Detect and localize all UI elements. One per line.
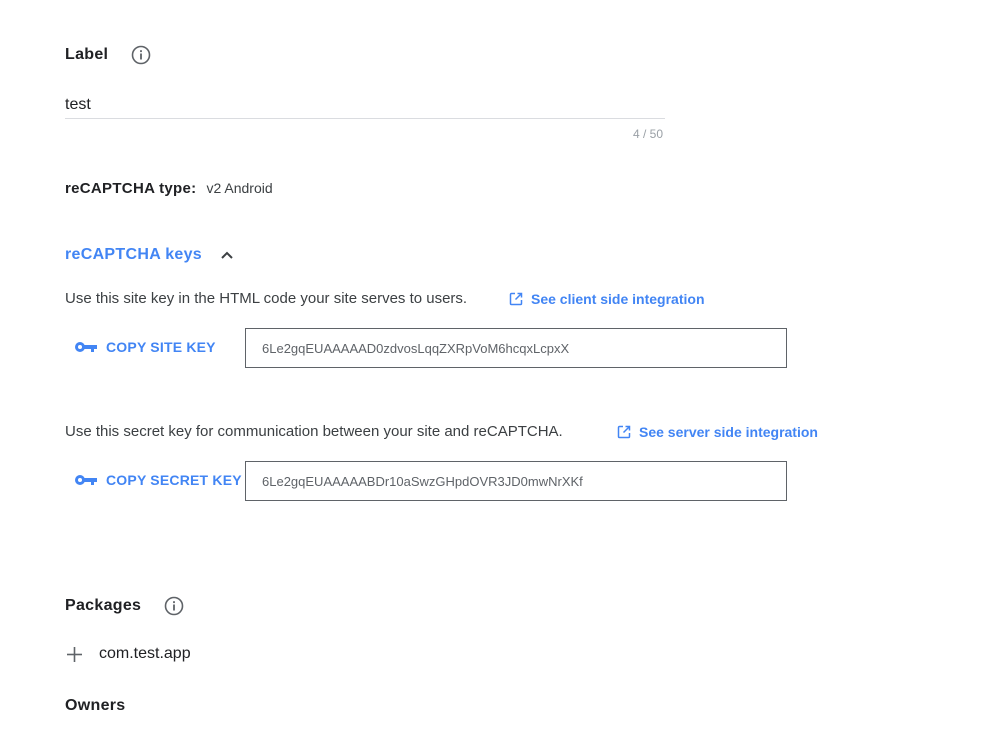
client-integration-link-label: See client side integration (531, 291, 705, 307)
list-item: com.test.app (66, 645, 191, 663)
site-key-field[interactable] (245, 328, 787, 368)
packages-title: Packages (65, 597, 142, 614)
server-integration-link[interactable]: See server side integration (617, 424, 818, 440)
recaptcha-type-row: reCAPTCHA type: v2 Android (65, 180, 273, 197)
secret-key-description: Use this secret key for communication be… (65, 423, 563, 440)
copy-secret-key-button[interactable]: COPY SECRET KEY (74, 472, 242, 488)
server-integration-link-label: See server side integration (639, 424, 818, 440)
chevron-up-icon (220, 250, 234, 260)
keys-section-toggle[interactable]: reCAPTCHA keys (65, 246, 234, 264)
info-icon[interactable] (131, 45, 151, 65)
site-key-description: Use this site key in the HTML code your … (65, 290, 468, 307)
recaptcha-type-value: v2 Android (206, 180, 273, 196)
copy-site-key-button[interactable]: COPY SITE KEY (74, 339, 216, 355)
open-in-new-icon (617, 425, 631, 439)
open-in-new-icon (509, 292, 523, 306)
secret-key-field[interactable] (245, 461, 787, 501)
package-name: com.test.app (99, 645, 191, 662)
copy-site-key-label: COPY SITE KEY (106, 339, 216, 355)
add-icon[interactable] (66, 646, 83, 663)
info-icon[interactable] (164, 596, 184, 616)
label-input[interactable] (65, 92, 665, 119)
key-icon (74, 340, 98, 354)
copy-secret-key-label: COPY SECRET KEY (106, 472, 242, 488)
label-char-counter: 4 / 50 (633, 127, 664, 141)
recaptcha-type-label: reCAPTCHA type: (65, 180, 197, 197)
label-title: Label (65, 46, 109, 63)
owners-title: Owners (65, 697, 126, 714)
client-integration-link[interactable]: See client side integration (509, 291, 705, 307)
key-icon (74, 473, 98, 487)
keys-section-title: reCAPTCHA keys (65, 246, 202, 263)
